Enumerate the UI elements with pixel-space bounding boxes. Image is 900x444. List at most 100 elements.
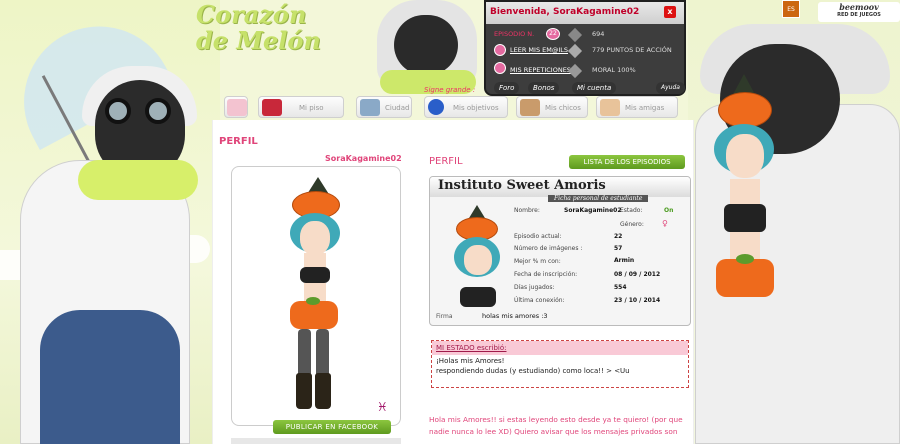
top-character-illustration xyxy=(372,0,484,100)
status-line: ¡Holas mis Amores! xyxy=(436,357,505,365)
field-label: Episodio actual: xyxy=(514,233,562,240)
field-label: Nombre: xyxy=(514,207,540,214)
nav-label: Ciudad xyxy=(385,104,410,112)
boy-icon xyxy=(520,99,540,116)
bottom-strip xyxy=(231,438,401,444)
avatar-top xyxy=(460,287,496,307)
field-value: SoraKagamine02 xyxy=(564,207,622,214)
moral-value: MORAL 100% xyxy=(592,66,636,74)
pumpkin-icon xyxy=(718,92,772,128)
student-card: Instituto Sweet Amoris Ficha personal de… xyxy=(429,176,691,326)
pisces-icon: ♓ xyxy=(377,400,388,414)
gem-icon xyxy=(567,27,583,43)
main-navigation: Mi piso Ciudad Mis objetivos Mis chicos … xyxy=(220,96,686,120)
card-subtitle: Ficha personal de estudiante xyxy=(548,195,649,202)
avatar-girl-right xyxy=(700,54,790,434)
nav-label: Mi piso xyxy=(299,104,324,112)
avatar-boot xyxy=(315,373,331,409)
target-icon xyxy=(428,99,444,115)
girl-icon xyxy=(600,99,620,116)
action-points: 779 PUNTOS DE ACCIÓN xyxy=(592,46,672,54)
sofa-icon xyxy=(262,99,282,116)
avatar-shorts xyxy=(716,259,774,297)
profile-page: PERFIL SoraKagamine02 ♓ PUBLICAR EN FACE… xyxy=(212,120,694,444)
card-avatar xyxy=(448,201,518,311)
card-title: Instituto Sweet Amoris xyxy=(430,177,690,197)
leaf-icon xyxy=(306,297,320,305)
help-link[interactable]: Ayuda xyxy=(656,82,685,94)
status-heading: MI ESTADO escribió: xyxy=(432,341,688,355)
nav-my-goals[interactable]: Mis objetivos xyxy=(424,96,508,118)
nav-my-boys[interactable]: Mis chicos xyxy=(516,96,588,118)
left-background-art xyxy=(0,0,220,444)
avatar-top xyxy=(724,204,766,232)
avatar-shorts xyxy=(290,301,338,329)
avatar-top xyxy=(300,267,330,283)
avatar-face xyxy=(300,221,330,255)
field-label: Fecha de inscripción: xyxy=(514,271,578,278)
forum-link[interactable]: Foro xyxy=(494,82,520,94)
beemoov-brand: beemoov xyxy=(839,2,879,12)
avatar xyxy=(282,177,362,417)
character-jeans xyxy=(40,310,180,444)
close-icon[interactable]: x xyxy=(664,6,676,18)
city-icon xyxy=(360,99,380,116)
nav-my-friends[interactable]: Mis amigas xyxy=(596,96,678,118)
mask-lens xyxy=(105,98,131,124)
avatar-boot xyxy=(296,373,312,409)
signed-label: Signe grande : xyxy=(424,86,476,94)
repetitions-link[interactable]: MIS REPETICIONES xyxy=(510,66,571,74)
avatar-face xyxy=(464,245,492,275)
account-link[interactable]: Mi cuenta xyxy=(572,82,617,94)
mail-icon xyxy=(494,44,506,56)
nav-city[interactable]: Ciudad xyxy=(356,96,412,118)
field-value: 23 / 10 / 2014 xyxy=(614,297,661,304)
field-label: Estado: xyxy=(620,207,643,214)
field-label: Días jugados: xyxy=(514,284,555,291)
episodes-list-button[interactable]: LISTA DE LOS EPISODIOS xyxy=(569,155,685,169)
status-online-badge: On xyxy=(664,207,674,214)
field-label: Última conexión: xyxy=(514,297,565,304)
publish-facebook-button[interactable]: PUBLICAR EN FACEBOOK xyxy=(273,420,391,434)
read-emails-link[interactable]: LEER MIS EM@ILS xyxy=(510,46,568,54)
right-character-illustration xyxy=(690,24,900,444)
language-flag-button[interactable]: ES xyxy=(782,0,800,18)
field-value: 554 xyxy=(614,284,627,291)
nav-label: Mis amigas xyxy=(625,104,665,112)
field-value: 22 xyxy=(614,233,623,240)
nav-my-flat[interactable]: Mi piso xyxy=(258,96,344,118)
nav-label: Mis chicos xyxy=(545,104,581,112)
beemoov-sub: RED DE JUEGOS xyxy=(837,12,881,18)
field-label: Género: xyxy=(620,221,644,228)
avatar-face xyxy=(726,134,764,178)
nav-home[interactable] xyxy=(224,96,248,118)
section-title: PERFIL xyxy=(429,156,463,167)
welcome-title: Bienvenida, SoraKagamine02 x xyxy=(486,2,684,24)
profile-username: SoraKagamine02 xyxy=(325,154,402,163)
signature-text: holas mis amores :3 xyxy=(482,312,548,320)
episode-label: EPISODIO N. xyxy=(494,30,535,38)
mask-lens xyxy=(145,98,171,124)
welcome-text: Bienvenida, SoraKagamine02 xyxy=(490,7,640,17)
gems-count: 694 xyxy=(592,30,605,38)
nav-label: Mis objetivos xyxy=(453,104,499,112)
status-box: MI ESTADO escribió: ¡Holas mis Amores! r… xyxy=(431,340,689,388)
replay-icon xyxy=(494,62,506,74)
home-icon xyxy=(227,99,247,116)
gas-mask-illustration xyxy=(394,15,458,75)
star-icon xyxy=(567,43,583,59)
gender-female-icon: ♀ xyxy=(662,219,668,228)
field-label: Número de imágenes : xyxy=(514,245,583,252)
status-line: respondiendo dudas (y estudiando) como l… xyxy=(436,367,630,375)
episode-number-badge: 22 xyxy=(546,28,560,40)
avatar-box xyxy=(231,166,401,426)
field-value: Armin xyxy=(614,257,635,264)
game-logo[interactable]: Corazón de Melón xyxy=(196,2,346,82)
signature-label: Firma xyxy=(436,313,453,320)
character-scarf xyxy=(78,160,198,200)
profile-bio: Hola mis Amores!! si estas leyendo esto … xyxy=(429,415,683,436)
leaf-icon xyxy=(736,254,754,264)
bonus-link[interactable]: Bonos xyxy=(528,82,560,94)
field-label: Mejor % m con: xyxy=(514,258,561,265)
beemoov-logo[interactable]: beemoov RED DE JUEGOS xyxy=(818,2,900,22)
